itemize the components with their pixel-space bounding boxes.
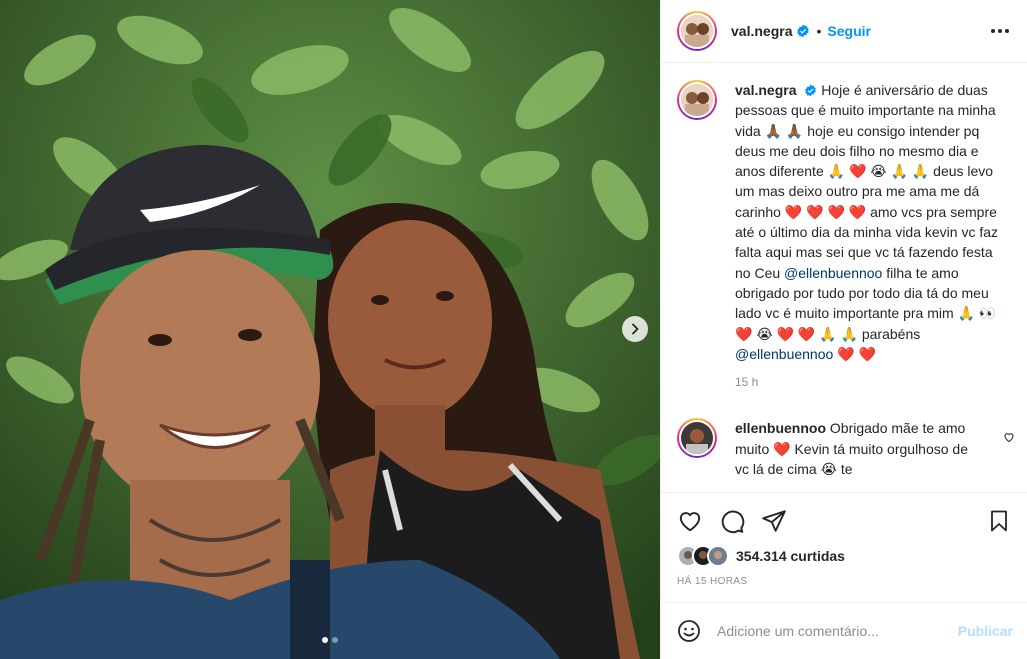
avatar <box>707 545 729 567</box>
follow-button[interactable]: Seguir <box>827 23 871 39</box>
comment-username[interactable]: ellenbuennoo <box>735 420 826 436</box>
save-button[interactable] <box>987 509 1011 533</box>
comment-input[interactable] <box>717 623 958 639</box>
heart-icon[interactable] <box>1003 431 1015 443</box>
caption-text: Hoje é aniversário de duas pessoas que é… <box>735 82 999 281</box>
likes-label[interactable]: curtidas <box>791 548 845 564</box>
post-media[interactable] <box>0 0 660 659</box>
comments-list[interactable]: val.negra Hoje é aniversário de duas pes… <box>661 64 1027 492</box>
share-icon <box>762 510 786 532</box>
avatar[interactable] <box>677 80 717 120</box>
mention-link[interactable]: @ellenbuennoo <box>735 346 833 362</box>
post-panel: val.negra • Seguir val.negra Hoje é aniv… <box>660 0 1027 659</box>
avatar[interactable] <box>677 11 717 51</box>
comment-icon <box>721 510 745 534</box>
carousel-indicator <box>0 637 660 643</box>
emoji-icon <box>678 620 700 642</box>
emoji-button[interactable] <box>677 619 701 643</box>
mention-link[interactable]: @ellenbuennoo <box>784 265 882 281</box>
verified-icon <box>805 84 817 97</box>
carousel-dot <box>332 637 338 643</box>
more-icon <box>991 29 995 33</box>
likes-summary[interactable]: 354.314 curtidas <box>677 545 1011 567</box>
avatar[interactable] <box>677 418 717 459</box>
caption-username[interactable]: val.negra <box>735 82 796 98</box>
post-actions: 354.314 curtidas HÁ 15 HORAS <box>661 492 1027 587</box>
chevron-right-icon <box>632 323 639 335</box>
carousel-dot <box>322 637 328 643</box>
share-button[interactable] <box>761 508 787 534</box>
comment-composer: Publicar <box>661 602 1027 659</box>
username[interactable]: val.negra <box>731 23 792 39</box>
comment-item: ellenbuennoo Obrigado mãe te amo muito ❤… <box>661 402 1027 479</box>
post-header: val.negra • Seguir <box>661 0 1027 63</box>
likes-count[interactable]: 354.314 <box>736 548 787 564</box>
caption-text: ❤️ ❤️ <box>833 345 876 362</box>
more-options-button[interactable] <box>987 23 1013 39</box>
publish-button[interactable]: Publicar <box>958 623 1013 639</box>
liker-avatars <box>677 545 729 567</box>
verified-icon <box>797 24 810 38</box>
post-photo <box>0 0 660 659</box>
like-button[interactable] <box>677 508 703 534</box>
heart-icon <box>679 512 701 532</box>
separator: • <box>816 23 822 39</box>
caption: val.negra Hoje é aniversário de duas pes… <box>661 64 1027 392</box>
post-age[interactable]: HÁ 15 HORAS <box>677 576 1011 587</box>
bookmark-icon <box>991 510 1007 532</box>
comment-button[interactable] <box>719 508 745 534</box>
caption-timestamp[interactable]: 15 h <box>735 372 1005 392</box>
carousel-next-button[interactable] <box>622 316 648 342</box>
